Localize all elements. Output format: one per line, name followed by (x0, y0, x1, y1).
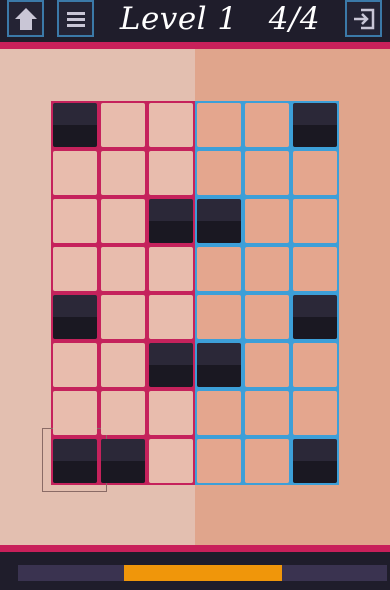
light-tile[interactable] (101, 151, 145, 195)
light-tile[interactable] (245, 199, 289, 243)
light-tile[interactable] (101, 247, 145, 291)
light-tile[interactable] (197, 103, 241, 147)
light-tile[interactable] (101, 199, 145, 243)
light-tile[interactable] (53, 199, 97, 243)
light-tile[interactable] (197, 391, 241, 435)
light-tile[interactable] (245, 391, 289, 435)
dark-tile[interactable] (293, 439, 337, 483)
light-tile[interactable] (149, 151, 193, 195)
light-tile[interactable] (101, 391, 145, 435)
dark-tile[interactable] (293, 295, 337, 339)
dark-tile[interactable] (53, 103, 97, 147)
light-tile[interactable] (245, 343, 289, 387)
light-tile[interactable] (149, 295, 193, 339)
light-tile[interactable] (245, 439, 289, 483)
light-tile[interactable] (293, 199, 337, 243)
light-tile[interactable] (149, 439, 193, 483)
light-tile[interactable] (101, 295, 145, 339)
exit-button[interactable] (345, 0, 382, 37)
level-title: Level 1 4/4 (119, 1, 321, 37)
light-tile[interactable] (101, 103, 145, 147)
progress-bar (18, 565, 387, 581)
menu-icon (66, 11, 85, 27)
light-tile[interactable] (245, 103, 289, 147)
dark-tile[interactable] (197, 343, 241, 387)
light-tile[interactable] (197, 151, 241, 195)
light-tile[interactable] (149, 247, 193, 291)
exit-icon (353, 8, 374, 29)
light-tile[interactable] (197, 295, 241, 339)
home-icon (14, 7, 37, 30)
home-button[interactable] (7, 0, 44, 37)
light-tile[interactable] (149, 103, 193, 147)
light-tile[interactable] (197, 247, 241, 291)
light-tile[interactable] (293, 151, 337, 195)
light-tile[interactable] (245, 247, 289, 291)
light-tile[interactable] (53, 151, 97, 195)
dark-tile[interactable] (53, 295, 97, 339)
header-divider (0, 42, 390, 49)
light-tile[interactable] (53, 391, 97, 435)
menu-button[interactable] (57, 0, 94, 37)
light-tile[interactable] (245, 295, 289, 339)
progress-fill (123, 565, 282, 581)
light-tile[interactable] (53, 247, 97, 291)
light-tile[interactable] (293, 247, 337, 291)
dark-tile[interactable] (197, 199, 241, 243)
light-tile[interactable] (197, 439, 241, 483)
light-tile[interactable] (53, 343, 97, 387)
dark-tile[interactable] (293, 103, 337, 147)
light-tile[interactable] (149, 391, 193, 435)
footer-divider (0, 545, 390, 552)
light-tile[interactable] (101, 343, 145, 387)
dark-tile[interactable] (101, 439, 145, 483)
dark-tile[interactable] (53, 439, 97, 483)
dark-tile[interactable] (149, 199, 193, 243)
light-tile[interactable] (293, 391, 337, 435)
top-bar: Level 1 4/4 (0, 0, 390, 42)
light-tile[interactable] (293, 343, 337, 387)
light-tile[interactable] (245, 151, 289, 195)
dark-tile[interactable] (149, 343, 193, 387)
